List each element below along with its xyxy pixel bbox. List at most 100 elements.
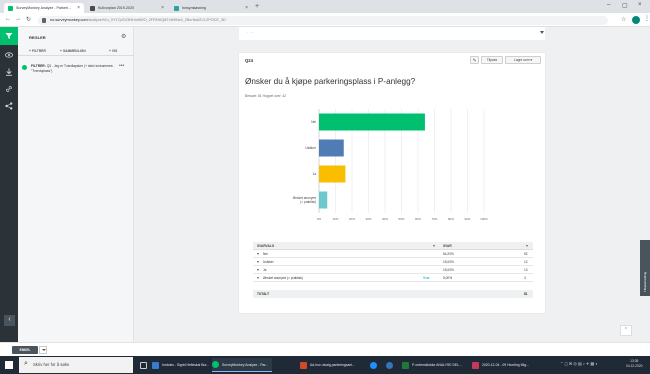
save-as-button[interactable]: Lagre som ▾ xyxy=(505,56,541,64)
forward-arrow-icon[interactable]: → xyxy=(15,16,21,22)
answer-percent: 64,20% xyxy=(443,252,454,257)
expand-icon[interactable] xyxy=(257,261,259,263)
taskbar-search-field[interactable]: ⌕ Skriv her for å søke xyxy=(19,357,133,373)
view-mode-dropdown[interactable] xyxy=(39,346,47,354)
bar-chart: 0% 10% 20% 30% 40% 50% 60% 70% 80% 90% 100% Nei Usik… xyxy=(293,109,488,221)
filter-rule[interactable]: FILTRER: Q3 - Jeg er Tverdlapsker (+ skr… xyxy=(18,63,134,80)
category-label: Ønsket anonymt (= praktisk) xyxy=(293,196,316,204)
chevron-down-icon xyxy=(41,349,46,351)
browser-menu-icon[interactable]: ⋮ xyxy=(644,15,650,22)
new-tab-icon[interactable]: + xyxy=(255,3,259,10)
document-favicon-icon xyxy=(90,5,95,11)
eye-icon[interactable] xyxy=(5,51,13,59)
bar[interactable] xyxy=(319,165,346,183)
task-view-icon[interactable] xyxy=(140,358,148,372)
taskbar-item-label: SurveyMonkey Analyze - Par... xyxy=(222,362,269,367)
category-label: Nei xyxy=(311,120,316,124)
close-icon[interactable]: × xyxy=(245,5,248,11)
browser-tab-title: Kullvurplan 2019-2020 xyxy=(98,6,134,10)
bar[interactable] xyxy=(319,139,344,157)
x-tick-label: 50% xyxy=(398,217,404,221)
scroll-arrow-icon[interactable] xyxy=(540,31,544,34)
taskbar-item-label: P-ordensklokke ANALYSE DEL... xyxy=(412,363,462,367)
answer-label: Usikker xyxy=(263,260,274,265)
filter-rule-text: FILTRER: Q3 - Jeg er Tverdlapsker (+ skr… xyxy=(31,64,119,73)
view-mode-button[interactable]: ENKEL xyxy=(12,346,38,354)
answer-label: Nei xyxy=(263,252,268,257)
edge-icon[interactable] xyxy=(386,358,394,372)
bar[interactable] xyxy=(319,113,425,131)
add-filter-button[interactable]: + FILTRER xyxy=(29,49,46,53)
clock-date: 04.12.2020 xyxy=(626,363,643,368)
bookmark-star-icon[interactable]: ☆ xyxy=(621,16,626,23)
taskbar-item-excel[interactable]: P-ordensklokke ANALYSE DEL... xyxy=(402,358,468,372)
close-icon[interactable]: × xyxy=(161,5,164,11)
taskbar-item-outlook[interactable]: Innboks - Sigrid Helleskal Bur... xyxy=(152,358,210,372)
browser-tab-1[interactable]: Kullvurplan 2019-2020 × xyxy=(86,3,168,13)
address-bar: ← → ↻ no.surveymonkey.com/analyze/VIu_0Y… xyxy=(0,13,650,27)
filter-toggle[interactable] xyxy=(22,65,27,70)
scroll-to-top-button[interactable]: ⌃ xyxy=(620,325,632,336)
category-label: Usikker xyxy=(305,146,317,150)
taskbar-item-label: Innboks - Sigrid Helleskal Bur... xyxy=(162,363,210,367)
total-value: 81 xyxy=(524,292,528,297)
feedback-label: Tilbakemelding xyxy=(643,271,647,292)
skype-icon[interactable] xyxy=(370,358,378,372)
reload-icon[interactable]: ↻ xyxy=(26,16,31,23)
share-icon[interactable] xyxy=(5,102,13,110)
browser-tab-2[interactable]: Innsynsløsning × xyxy=(170,3,252,13)
column-header-answer[interactable]: SVARVALG xyxy=(257,244,274,248)
add-show-button[interactable]: + VIS xyxy=(109,49,117,53)
system-tray-icons[interactable]: ⌃ ◻ ✉ ◎ ▤ ♪ ✈ ▦ ◐ xyxy=(560,361,598,366)
download-icon[interactable] xyxy=(5,68,13,76)
customize-button[interactable]: ✎ xyxy=(470,56,479,64)
answer-percent: 15,00% xyxy=(443,268,454,273)
responses-link[interactable]: Svar xyxy=(423,276,430,280)
browser-tab-0[interactable]: SurveyMonkey Analyze - Parkeri... × xyxy=(4,3,84,13)
collapse-panel-button[interactable]: ‹ xyxy=(4,315,15,326)
link-icon[interactable] xyxy=(5,85,13,93)
url-field[interactable]: no.surveymonkey.com/analyze/VIu_0Y17pGV3… xyxy=(38,15,608,25)
close-window-icon[interactable]: × xyxy=(638,2,642,8)
minimize-icon[interactable]: – xyxy=(607,2,610,8)
total-label: TOTALT xyxy=(257,292,270,297)
answer-percent: 15,00% xyxy=(443,260,454,265)
expand-icon[interactable] xyxy=(257,277,259,279)
bar[interactable] xyxy=(319,191,328,209)
profile-avatar[interactable] xyxy=(632,16,640,24)
filter-rule-label: FILTRER: xyxy=(31,64,46,68)
tilpass-button[interactable]: Tilpass xyxy=(481,56,503,64)
more-options-icon[interactable]: ••• xyxy=(119,63,124,69)
taskbar-clock[interactable]: 13:35 04.12.2020 xyxy=(626,359,643,368)
feedback-tab[interactable]: Tilbakemelding xyxy=(640,240,650,296)
sort-icon[interactable] xyxy=(433,245,435,247)
taskbar-item-label: 2020-12-04 - 09 Hvorting Mig... xyxy=(482,363,529,367)
taskbar-item-chrome[interactable]: SurveyMonkey Analyze - Par... xyxy=(212,358,272,372)
page-favicon-icon xyxy=(174,5,179,11)
browser-tab-title: SurveyMonkey Analyze - Parkeri... xyxy=(16,6,71,10)
table-header: SVARVALG SVAR xyxy=(253,242,533,250)
back-arrow-icon[interactable]: ← xyxy=(5,16,11,22)
sort-icon[interactable] xyxy=(526,245,528,247)
expand-icon[interactable] xyxy=(257,269,259,271)
answer-count: 52 xyxy=(524,252,528,257)
taskbar-item-powerpoint[interactable]: 2020-12-04 - 09 Hvorting Mig... xyxy=(472,358,544,372)
expand-icon[interactable] xyxy=(257,253,259,255)
gear-icon[interactable]: ⚙ xyxy=(121,33,126,40)
x-tick-label: 10% xyxy=(332,217,338,221)
add-compare-button[interactable]: + SAMMENLIGN xyxy=(60,49,86,53)
x-tick-label: 80% xyxy=(448,217,454,221)
windows-start-icon[interactable] xyxy=(5,361,13,369)
table-row: Usikker 15,00% 12 xyxy=(253,258,533,266)
pdf-icon xyxy=(300,361,307,369)
url-host: no.surveymonkey.com xyxy=(50,17,88,22)
browser-tab-title: Innsynsløsning xyxy=(182,6,206,10)
maximize-icon[interactable]: ▢ xyxy=(622,2,628,9)
panel-title: REGLER xyxy=(29,35,46,40)
taskbar-item-pdf[interactable]: Ad-hoc utvalg parkeringsanl... xyxy=(300,358,364,372)
filter-icon[interactable] xyxy=(0,27,18,45)
close-icon[interactable]: × xyxy=(77,5,80,11)
x-tick-label: 30% xyxy=(365,217,371,221)
previous-question-card: · · · xyxy=(239,27,545,40)
column-header-responses[interactable]: SVAR xyxy=(443,244,452,248)
